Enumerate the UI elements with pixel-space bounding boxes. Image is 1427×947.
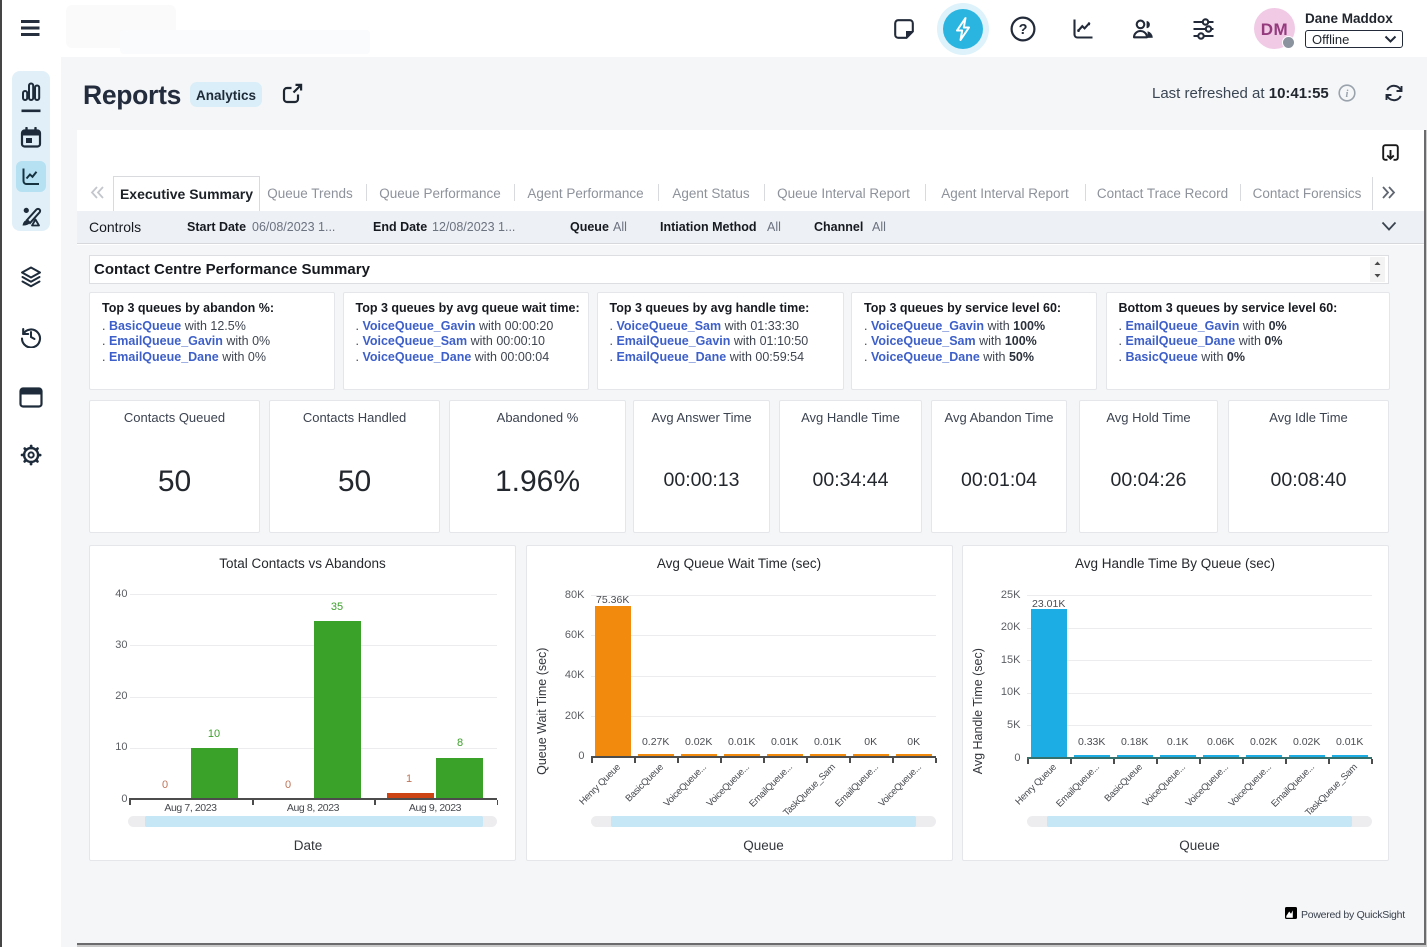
svg-text:i: i (1346, 89, 1349, 100)
svg-text:?: ? (1019, 22, 1028, 38)
